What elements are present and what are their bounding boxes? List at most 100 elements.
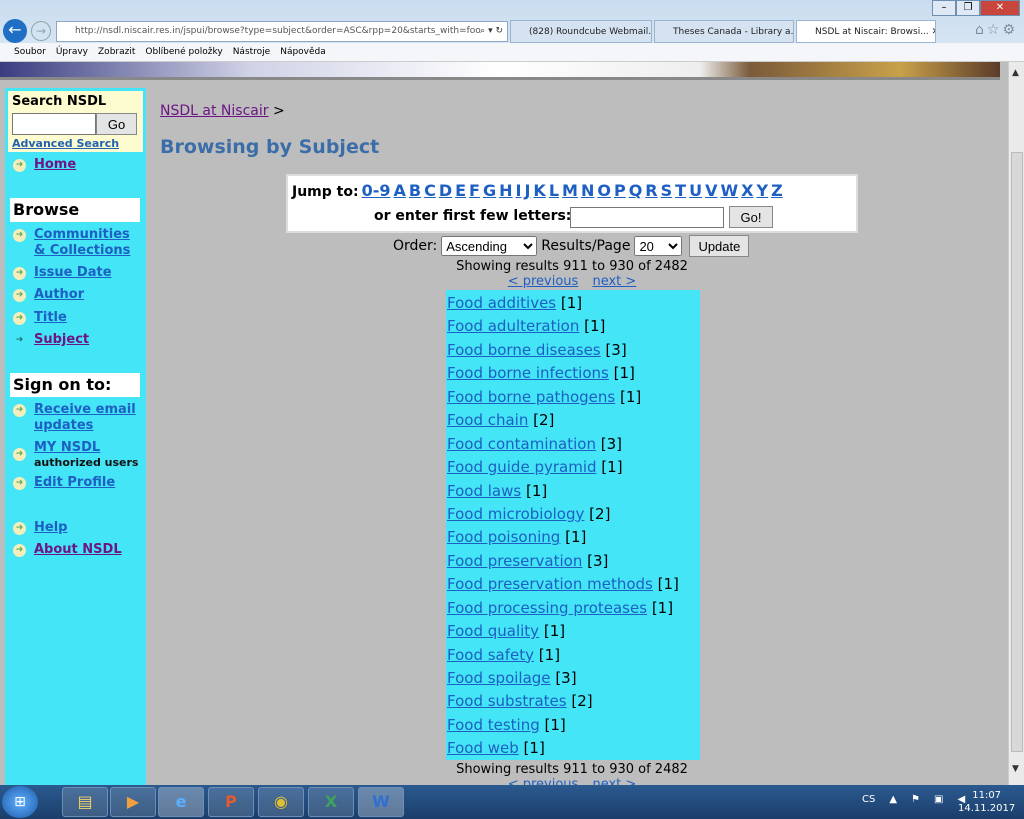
edit-profile-link[interactable]: Edit Profile xyxy=(34,475,115,491)
subject-link[interactable]: Food adulteration xyxy=(447,317,579,335)
sidebar-item-edit-profile[interactable]: ➜ Edit Profile xyxy=(13,475,115,491)
subject-link[interactable]: Food borne diseases xyxy=(447,341,601,359)
jump-letter-link[interactable]: 0-9 xyxy=(362,181,391,200)
chrome-taskbar-icon[interactable]: ◉ xyxy=(258,787,304,817)
jump-letter-link[interactable]: O xyxy=(597,181,611,200)
sidebar-item-mynsdl[interactable]: ➜ MY NSDL authorized users xyxy=(13,440,138,469)
menu-help[interactable]: Nápověda xyxy=(280,47,326,57)
subject-link[interactable]: Food testing xyxy=(447,716,540,734)
minimize-button[interactable]: – xyxy=(932,0,956,16)
about-link[interactable]: About NSDL xyxy=(34,542,122,558)
explorer-taskbar-icon[interactable]: ▤ xyxy=(62,787,108,817)
tab-roundcube[interactable]: (828) Roundcube Webmail... xyxy=(510,20,652,43)
menu-tools[interactable]: Nástroje xyxy=(233,47,271,57)
home-link[interactable]: Home xyxy=(34,157,76,173)
tab-theses-canada[interactable]: Theses Canada - Library a... xyxy=(654,20,794,43)
word-taskbar-icon[interactable]: W xyxy=(358,787,404,817)
subject-link[interactable]: Subject xyxy=(34,332,89,348)
scrollbar[interactable]: ▲ ▼ xyxy=(1008,62,1024,785)
close-button[interactable]: ✕ xyxy=(980,0,1020,16)
help-link[interactable]: Help xyxy=(34,520,67,536)
sidebar-item-home[interactable]: ➜ Home xyxy=(13,157,76,173)
jump-letter-link[interactable]: B xyxy=(409,181,421,200)
jump-letter-link[interactable]: R xyxy=(645,181,657,200)
jump-letter-link[interactable]: V xyxy=(705,181,717,200)
menu-view[interactable]: Zobrazit xyxy=(98,47,135,57)
search-go-button[interactable]: Go xyxy=(96,113,137,135)
sidebar-item-email[interactable]: ➜ Receive email updates xyxy=(13,402,136,434)
start-button[interactable]: ⊞ xyxy=(2,786,38,818)
jump-letter-link[interactable]: L xyxy=(549,181,559,200)
jump-letter-link[interactable]: I xyxy=(516,181,522,200)
subject-link[interactable]: Food chain xyxy=(447,411,528,429)
jump-letter-link[interactable]: S xyxy=(661,181,673,200)
order-select[interactable]: Ascending xyxy=(441,236,538,256)
jump-letter-link[interactable]: Q xyxy=(629,181,643,200)
jump-letter-link[interactable]: D xyxy=(439,181,452,200)
tab-nsdl[interactable]: NSDL at Niscair: Browsi... ✕ xyxy=(796,20,936,43)
close-tab-icon[interactable]: ✕ xyxy=(932,27,935,37)
jump-letter-link[interactable]: W xyxy=(720,181,738,200)
subject-link[interactable]: Food quality xyxy=(447,622,539,640)
subject-link[interactable]: Food preservation xyxy=(447,552,582,570)
my-nsdl-link[interactable]: MY NSDL xyxy=(34,440,100,455)
breadcrumb-home-link[interactable]: NSDL at Niscair xyxy=(160,103,269,119)
jump-letter-link[interactable]: C xyxy=(424,181,436,200)
jump-letter-link[interactable]: K xyxy=(533,181,545,200)
restore-button[interactable]: ❐ xyxy=(956,0,980,16)
jump-letter-link[interactable]: X xyxy=(741,181,753,200)
jump-letter-link[interactable]: N xyxy=(581,181,594,200)
address-bar[interactable]: http://nsdl.niscair.res.in/jspui/browse?… xyxy=(56,21,508,42)
sidebar-item-about[interactable]: ➜ About NSDL xyxy=(13,542,122,558)
clock[interactable]: 11:07 14.11.2017 xyxy=(958,789,1015,815)
jump-letter-link[interactable]: H xyxy=(499,181,512,200)
jump-letter-link[interactable]: P xyxy=(614,181,626,200)
menu-edit[interactable]: Úpravy xyxy=(56,47,88,57)
sidebar-item-title[interactable]: ➜ Title xyxy=(13,310,67,326)
jump-letter-link[interactable]: U xyxy=(689,181,702,200)
subject-link[interactable]: Food safety xyxy=(447,646,534,664)
jump-letter-link[interactable]: Z xyxy=(771,181,783,200)
subject-link[interactable]: Food processing proteases xyxy=(447,599,647,617)
jump-letter-link[interactable]: Y xyxy=(756,181,768,200)
subject-link[interactable]: Food spoilage xyxy=(447,669,551,687)
jump-go-button[interactable]: Go! xyxy=(729,206,773,228)
jump-letter-link[interactable]: T xyxy=(675,181,686,200)
jump-letter-link[interactable]: F xyxy=(469,181,480,200)
starts-with-input[interactable] xyxy=(570,207,724,228)
subject-link[interactable]: Food contamination xyxy=(447,435,596,453)
forward-button[interactable]: → xyxy=(31,21,51,41)
receive-email-link[interactable]: Receive email updates xyxy=(34,402,136,434)
powerpoint-taskbar-icon[interactable]: P xyxy=(208,787,254,817)
toolbar-icons[interactable]: ⌂☆⚙ xyxy=(975,22,1018,38)
subject-link[interactable]: Food borne pathogens xyxy=(447,388,615,406)
search-refresh-icon[interactable]: ⌕ ▾ ↻ xyxy=(480,22,503,41)
jump-letter-link[interactable]: M xyxy=(562,181,578,200)
flag-icon[interactable]: ⚑ xyxy=(911,794,920,805)
subject-link[interactable]: Food borne infections xyxy=(447,364,609,382)
jump-letter-link[interactable]: E xyxy=(455,181,466,200)
show-hidden-icons[interactable]: ▲ xyxy=(889,794,897,805)
sidebar-item-communities[interactable]: ➜ Communities & Collections xyxy=(13,227,130,259)
update-button[interactable]: Update xyxy=(689,235,750,257)
subject-link[interactable]: Food microbiology xyxy=(447,505,584,523)
next-link[interactable]: next > xyxy=(592,274,636,289)
network-icon[interactable]: ▣ xyxy=(934,794,943,805)
search-input[interactable] xyxy=(12,113,96,135)
internet-explorer-taskbar-icon[interactable]: e xyxy=(158,787,204,817)
sidebar-item-subject[interactable]: ➜ Subject xyxy=(13,332,89,348)
back-button[interactable]: ← xyxy=(3,19,27,43)
subject-link[interactable]: Food additives xyxy=(447,294,556,312)
jump-letter-link[interactable]: G xyxy=(483,181,496,200)
advanced-search-link[interactable]: Advanced Search xyxy=(12,137,119,150)
communities-link[interactable]: Communities & Collections xyxy=(34,227,130,259)
menu-favorites[interactable]: Oblíbené položky xyxy=(145,47,222,57)
author-link[interactable]: Author xyxy=(34,287,84,303)
previous-link[interactable]: < previous xyxy=(508,274,579,289)
subject-link[interactable]: Food poisoning xyxy=(447,528,560,546)
sidebar-item-author[interactable]: ➜ Author xyxy=(13,287,84,303)
subject-link[interactable]: Food preservation methods xyxy=(447,575,653,593)
subject-link[interactable]: Food substrates xyxy=(447,692,567,710)
results-per-page-select[interactable]: 20 xyxy=(634,236,683,256)
language-indicator[interactable]: CS xyxy=(862,794,875,805)
